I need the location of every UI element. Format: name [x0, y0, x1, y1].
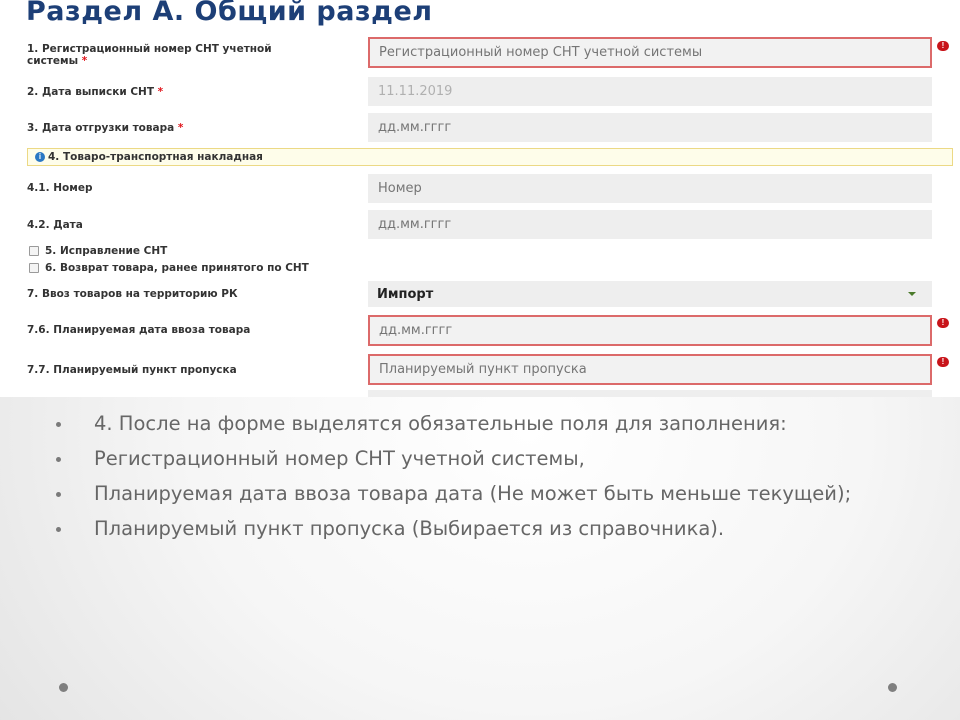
alert-circle-icon: ! — [937, 41, 949, 51]
info-icon: i — [35, 152, 45, 162]
import-type-select[interactable]: Импорт — [368, 281, 932, 307]
registration-number-input[interactable] — [368, 37, 932, 68]
slide-bullet-list: 4. После на форме выделятся обязательные… — [56, 410, 916, 550]
waybill-date-input[interactable] — [368, 210, 932, 239]
label-waybill-date: 4.2. Дата — [27, 219, 83, 231]
bullet-dot — [56, 492, 61, 497]
import-type-value: Импорт — [377, 287, 434, 302]
bullet-item: Планируемая дата ввоза товара дата (Не м… — [56, 480, 916, 507]
issue-date-input[interactable] — [368, 77, 932, 106]
checkpoint-input[interactable] — [368, 354, 932, 385]
bullet-item: Регистрационный номер СНТ учетной систем… — [56, 445, 916, 472]
return-goods-checkbox[interactable] — [29, 263, 39, 273]
waybill-section-label: 4. Товаро-транспортная накладная — [48, 151, 263, 163]
bullet-dot — [56, 457, 61, 462]
bullet-item: Планируемый пункт пропуска (Выбирается и… — [56, 515, 916, 542]
bullet-dot — [56, 422, 61, 427]
label-checkpoint: 7.7. Планируемый пункт пропуска — [27, 364, 237, 376]
waybill-number-input[interactable] — [368, 174, 932, 203]
corner-dot-left — [59, 683, 68, 692]
label-registration-number: 1. Регистрационный номер СНТ учетной сис… — [27, 43, 272, 67]
label-waybill-number: 4.1. Номер — [27, 182, 93, 194]
label-import-type: 7. Ввоз товаров на территорию РК — [27, 288, 238, 300]
return-goods-checkbox-label: 6. Возврат товара, ранее принятого по СН… — [45, 262, 309, 274]
required-mark: * — [177, 122, 184, 134]
alert-circle-icon: ! — [937, 318, 949, 328]
waybill-section-banner[interactable]: i 4. Товаро-транспортная накладная — [27, 148, 953, 166]
label-shipment-date: 3. Дата отгрузки товара * — [27, 122, 184, 134]
section-title: Раздел А. Общий раздел — [26, 0, 433, 27]
bullet-dot — [56, 527, 61, 532]
required-mark: * — [157, 86, 164, 98]
bullet-item: 4. После на форме выделятся обязательные… — [56, 410, 916, 437]
corner-dot-right — [888, 683, 897, 692]
shipment-date-input[interactable] — [368, 113, 932, 142]
alert-circle-icon: ! — [937, 357, 949, 367]
planned-import-date-input[interactable] — [368, 315, 932, 346]
required-mark: * — [81, 55, 88, 67]
chevron-down-icon — [908, 292, 916, 296]
correction-checkbox-label: 5. Исправление СНТ — [45, 245, 168, 257]
next-field-edge — [368, 390, 932, 397]
form-screenshot: Раздел А. Общий раздел 1. Регистрационны… — [0, 0, 960, 397]
label-issue-date: 2. Дата выписки СНТ * — [27, 86, 164, 98]
label-planned-import-date: 7.6. Планируемая дата ввоза товара — [27, 324, 251, 336]
correction-checkbox[interactable] — [29, 246, 39, 256]
